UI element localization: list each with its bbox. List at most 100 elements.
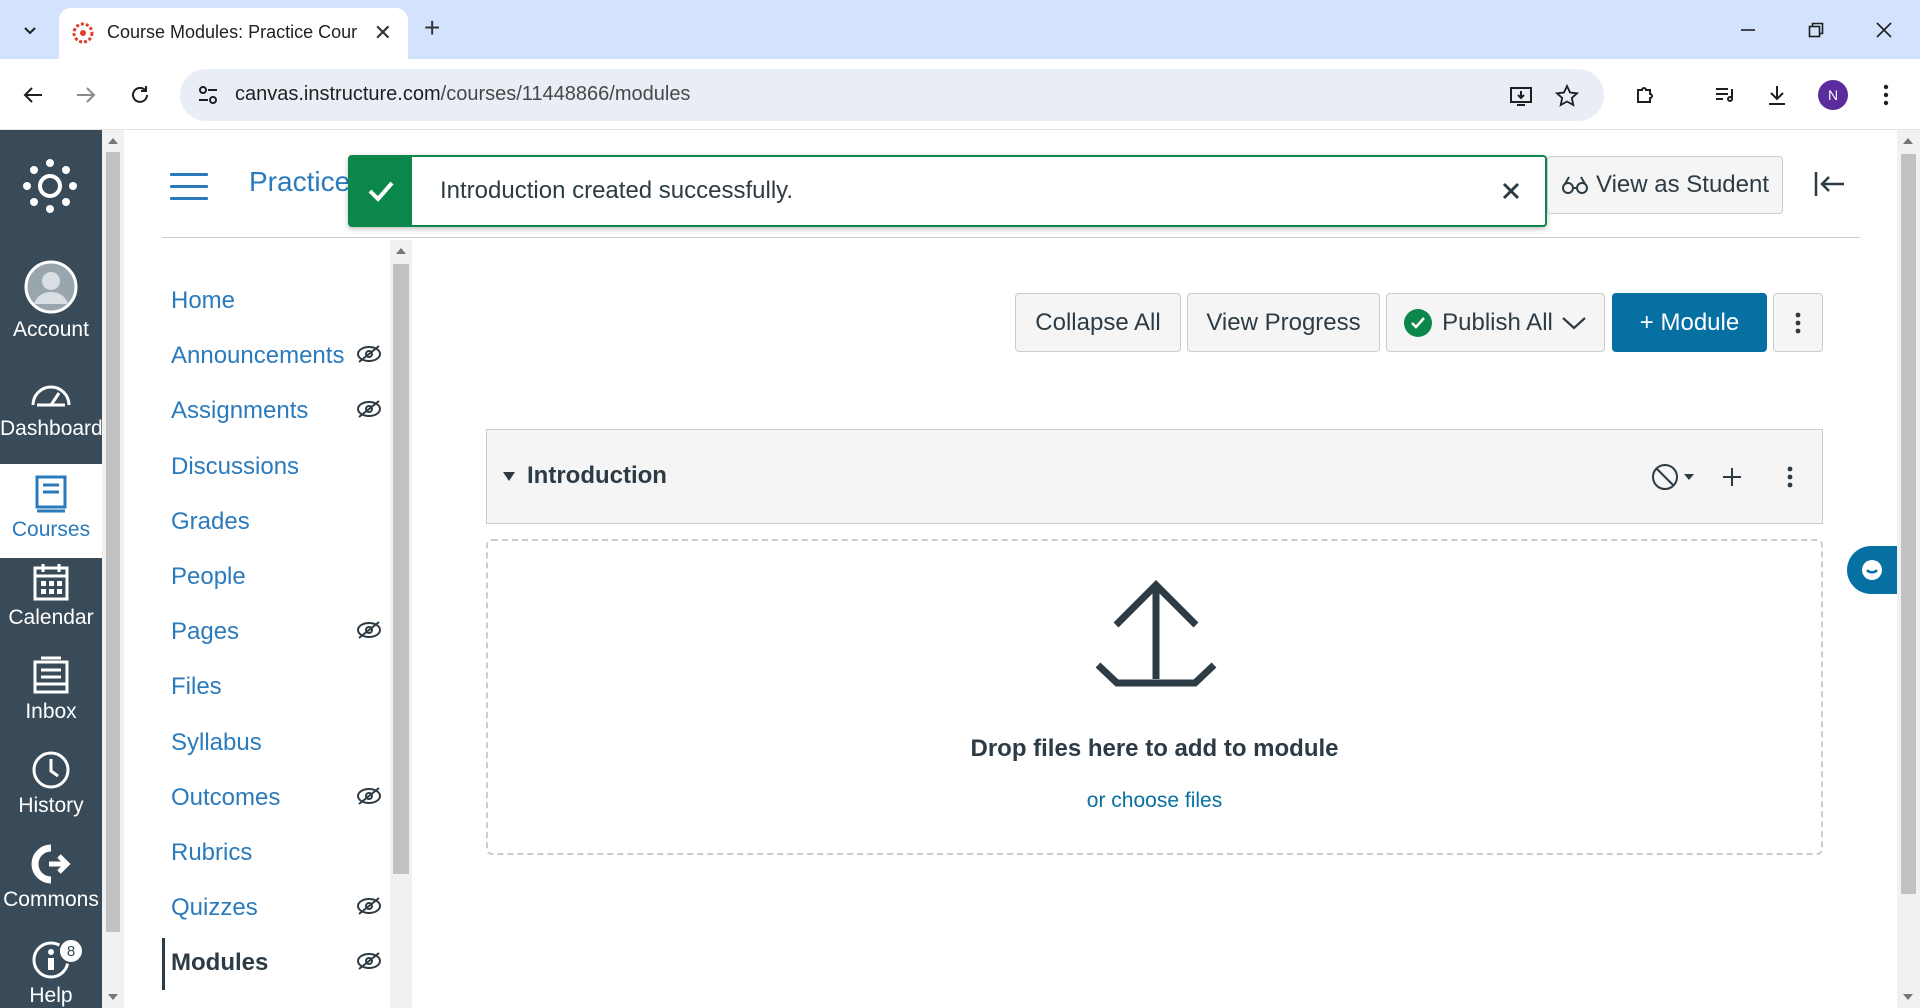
downloads-button[interactable] <box>1758 76 1796 114</box>
scroll-thumb[interactable] <box>1901 154 1916 894</box>
chat-bubble-icon <box>1862 560 1882 580</box>
module-options-button[interactable] <box>1775 462 1805 492</box>
page-scrollbar[interactable] <box>1897 130 1920 1008</box>
media-controls-button[interactable] <box>1706 76 1744 114</box>
scroll-up-arrow-icon[interactable] <box>1903 138 1913 144</box>
course-nav-home[interactable]: Home <box>171 287 235 315</box>
scroll-down-arrow-icon[interactable] <box>1903 994 1913 1000</box>
unpublished-icon <box>1652 464 1678 490</box>
hamburger-line <box>170 173 208 176</box>
module-publish-status-button[interactable] <box>1647 462 1699 492</box>
collapse-all-button[interactable]: Collapse All <box>1015 293 1181 352</box>
glasses-icon <box>1562 176 1588 194</box>
global-nav-commons[interactable]: Commons <box>0 840 102 934</box>
file-drop-zone[interactable]: Drop files here to add to module or choo… <box>486 539 1823 855</box>
global-nav-history[interactable]: History <box>0 746 102 840</box>
collapse-sidebar-icon[interactable] <box>1812 166 1848 202</box>
view-progress-button[interactable]: View Progress <box>1187 293 1380 352</box>
hamburger-line <box>170 185 208 188</box>
eye-slash-icon <box>357 787 381 805</box>
collapse-caret-icon[interactable] <box>503 472 515 481</box>
new-tab-button[interactable]: + <box>424 12 440 44</box>
global-nav-account[interactable]: Account <box>0 260 102 354</box>
arrow-right-icon <box>77 87 96 103</box>
feedback-widget-button[interactable] <box>1847 546 1897 594</box>
close-icon[interactable] <box>1499 179 1523 203</box>
course-nav-outcomes[interactable]: Outcomes <box>171 784 280 812</box>
global-nav-inbox[interactable]: Inbox <box>0 652 102 746</box>
install-icon <box>1510 87 1532 106</box>
publish-all-button[interactable]: Publish All <box>1386 293 1605 352</box>
commons-icon <box>31 844 71 884</box>
course-nav-grades[interactable]: Grades <box>171 508 250 536</box>
global-nav-calendar[interactable]: Calendar <box>0 558 102 652</box>
tab-search-button[interactable] <box>11 11 49 49</box>
eye-slash-icon <box>357 897 381 915</box>
publish-all-label: Publish All <box>1442 308 1553 336</box>
course-nav-assignments[interactable]: Assignments <box>171 397 308 425</box>
browser-tab[interactable]: Course Modules: Practice Cours ✕ <box>59 8 408 59</box>
course-nav-scrollbar[interactable] <box>390 240 412 1008</box>
course-nav-syllabus[interactable]: Syllabus <box>171 729 262 757</box>
view-as-student-button[interactable]: View as Student <box>1547 156 1783 214</box>
success-toast: Introduction created successfully. <box>348 155 1547 227</box>
course-nav-announcements[interactable]: Announcements <box>171 342 344 370</box>
course-nav-modules[interactable]: Modules <box>171 949 268 977</box>
choose-files-link[interactable]: or choose files <box>488 789 1821 813</box>
global-nav-dashboard[interactable]: Dashboard <box>0 373 103 467</box>
add-module-label: + Module <box>1639 308 1740 336</box>
profile-button[interactable]: N <box>1814 76 1852 114</box>
add-module-button[interactable]: + Module <box>1612 293 1767 352</box>
course-nav-pages[interactable]: Pages <box>171 618 239 646</box>
global-nav-label: Commons <box>3 888 99 911</box>
install-app-button[interactable] <box>1506 81 1536 111</box>
drop-zone-title: Drop files here to add to module <box>970 735 1339 762</box>
course-menu-toggle[interactable] <box>170 173 208 201</box>
global-nav-courses[interactable]: Courses <box>0 464 102 558</box>
global-nav-scrollbar[interactable] <box>102 130 124 1008</box>
browser-menu-button[interactable] <box>1867 76 1905 114</box>
global-nav-label: Help <box>29 984 73 1007</box>
global-nav-label: Courses <box>11 518 91 541</box>
header-divider <box>162 237 1860 238</box>
view-progress-label: View Progress <box>1206 308 1361 336</box>
global-nav-label: Dashboard <box>0 417 103 440</box>
more-options-button[interactable] <box>1773 293 1823 352</box>
plus-icon <box>1723 468 1741 486</box>
course-nav-people[interactable]: People <box>171 563 246 591</box>
canvas-logo-icon[interactable] <box>22 158 78 214</box>
forward-button[interactable] <box>67 76 105 114</box>
kebab-menu-icon <box>1787 466 1793 488</box>
back-button[interactable] <box>14 76 52 114</box>
close-tab-icon[interactable]: ✕ <box>374 20 392 46</box>
hamburger-line <box>170 197 208 200</box>
address-bar[interactable]: canvas.instructure.com/courses/11448866/… <box>180 69 1604 121</box>
global-navigation: Account Dashboard Courses Calendar Inbox <box>0 130 103 1008</box>
reload-button[interactable] <box>121 76 159 114</box>
global-nav-help[interactable]: 8 Help <box>0 934 102 1008</box>
course-nav-files[interactable]: Files <box>171 673 222 701</box>
account-icon <box>24 260 78 314</box>
course-nav-rubrics[interactable]: Rubrics <box>171 839 252 867</box>
calendar-icon <box>33 564 69 601</box>
scroll-thumb[interactable] <box>393 264 409 874</box>
checkmark-icon <box>368 181 394 202</box>
scroll-down-arrow-icon[interactable] <box>108 994 118 1000</box>
eye-slash-icon <box>357 952 381 970</box>
module-header[interactable]: Introduction <box>486 429 1823 524</box>
breadcrumb-course[interactable]: Practice <box>249 166 350 198</box>
course-nav-quizzes[interactable]: Quizzes <box>171 894 258 922</box>
scroll-up-arrow-icon[interactable] <box>396 248 406 254</box>
add-module-item-button[interactable] <box>1717 462 1747 492</box>
close-icon <box>1876 22 1892 38</box>
extensions-button[interactable] <box>1627 76 1665 114</box>
global-nav-label: Account <box>13 318 89 341</box>
bookmark-button[interactable] <box>1552 81 1582 111</box>
minimize-button[interactable] <box>1728 12 1768 48</box>
close-window-button[interactable] <box>1864 12 1904 48</box>
scroll-up-arrow-icon[interactable] <box>108 138 118 144</box>
restore-button[interactable] <box>1796 12 1836 48</box>
history-icon <box>32 751 70 789</box>
course-nav-discussions[interactable]: Discussions <box>171 453 299 481</box>
scroll-thumb[interactable] <box>106 152 120 932</box>
